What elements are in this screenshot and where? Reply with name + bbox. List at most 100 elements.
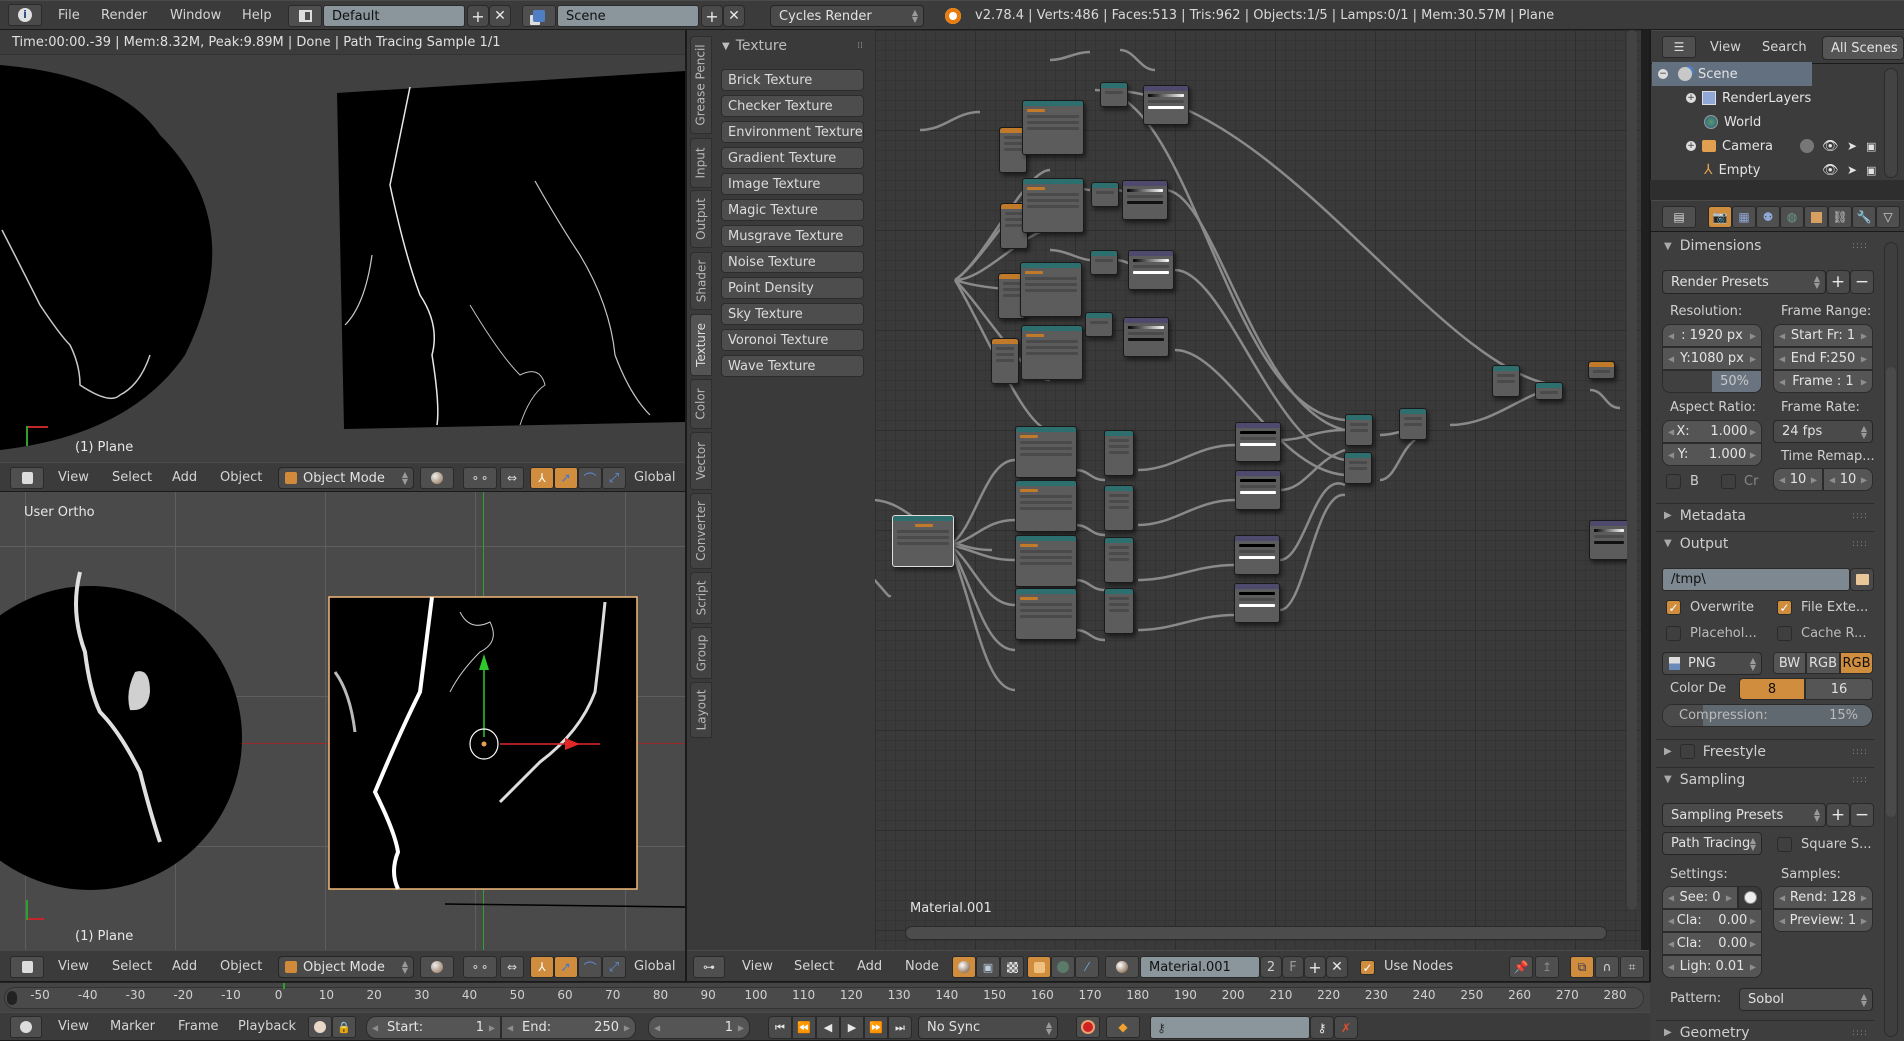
world-context-tab[interactable]: ◍ — [1780, 206, 1804, 228]
add-render-preset-button[interactable]: + — [1826, 270, 1850, 294]
node-mapping[interactable] — [1015, 535, 1077, 587]
freestyle-panel-header[interactable]: ▶ Freestyle :::: — [1656, 739, 1874, 763]
fake-user-button[interactable]: F — [1282, 956, 1304, 978]
sync-mode-dropdown[interactable]: No Sync ▲ ▼ — [918, 1016, 1058, 1039]
color-mode-rgb[interactable]: RGB — [1806, 652, 1840, 674]
node-mapping-source[interactable] — [892, 515, 954, 567]
frame-step-field[interactable]: ◀ Frame : 1 ▶ — [1773, 370, 1873, 393]
scene-selector-button[interactable] — [522, 5, 556, 27]
resolution-x-field[interactable]: ◀: 1920 px ▶ — [1662, 324, 1762, 347]
color-depth-8[interactable]: 8 — [1739, 678, 1805, 700]
geometry-panel-header[interactable]: ▶ Geometry :::: — [1656, 1020, 1874, 1041]
sampling-panel-header[interactable]: ▼ Sampling :::: — [1656, 767, 1874, 791]
animated-seed-button[interactable] — [1738, 886, 1762, 909]
texture-nodes-button[interactable] — [1000, 956, 1024, 978]
light-threshold-field[interactable]: ◀ Ligh: 0.01 ▶ — [1662, 955, 1762, 978]
render-context-tab[interactable]: 📷 — [1708, 206, 1732, 228]
add-scene-button[interactable]: + — [701, 5, 723, 27]
node-material-output[interactable] — [1588, 361, 1615, 379]
menu-view[interactable]: View — [58, 951, 89, 981]
node-color-ramp[interactable] — [1143, 85, 1189, 125]
material-name-field[interactable]: Material.001 — [1140, 956, 1260, 978]
node-texture-coordinate[interactable] — [991, 338, 1019, 384]
keying-mode-button[interactable]: ◆ — [1106, 1016, 1140, 1038]
editor-type-button[interactable] — [10, 467, 44, 489]
screen-layout-button[interactable] — [288, 5, 322, 27]
node-color-ramp[interactable] — [1128, 250, 1174, 290]
add-layout-button[interactable]: + — [467, 5, 489, 27]
scale-manipulator-button[interactable]: ⤢ — [602, 956, 626, 978]
material-users-count[interactable]: 2 — [1260, 956, 1282, 978]
render-camera-icon[interactable]: ▣ — [1866, 164, 1876, 177]
aspect-x-field[interactable]: ◀ X: 1.000 ▶ — [1662, 420, 1762, 443]
node-color-ramp[interactable] — [1123, 317, 1169, 357]
outliner-scroll[interactable] — [1884, 68, 1898, 178]
menu-file[interactable]: File — [58, 1, 80, 29]
translate-manipulator-button[interactable]: ➚ — [554, 956, 578, 978]
node-editor-v-scrollbar[interactable] — [1627, 30, 1637, 910]
remove-render-preset-button[interactable]: − — [1850, 270, 1874, 294]
menu-add[interactable]: Add — [857, 951, 882, 981]
node-mix[interactable] — [1492, 365, 1520, 397]
menu-add[interactable]: Add — [172, 951, 197, 981]
clamp-indirect-field[interactable]: ◀ Cla: 0.00 ▶ — [1662, 932, 1762, 955]
object-context-tab[interactable] — [1804, 206, 1828, 228]
world-shader-button[interactable] — [1051, 956, 1075, 978]
node-color-ramp[interactable] — [1235, 470, 1281, 510]
timeline-scroll-handle[interactable] — [7, 991, 17, 1005]
select-cursor-icon[interactable]: ➤ — [1847, 163, 1857, 177]
render-samples-field[interactable]: ◀ Rend: 128 ▶ — [1773, 886, 1873, 909]
jump-to-start-button[interactable]: ⏮ — [768, 1016, 792, 1039]
node-image-texture[interactable] — [1104, 537, 1134, 583]
area-divider-vertical-right[interactable] — [1649, 30, 1651, 982]
render-presets-dropdown[interactable]: Render Presets ▲ ▼ — [1662, 270, 1826, 294]
gradient-texture-button[interactable]: Gradient Texture — [721, 147, 864, 169]
viewport-shading-button[interactable] — [420, 956, 454, 978]
node-mapping[interactable] — [1021, 325, 1083, 380]
jump-to-keyframe-back-button[interactable]: ⏪ — [792, 1016, 816, 1039]
tab-group[interactable]: Group — [690, 627, 712, 679]
manipulator-toggle-button[interactable]: ⅄ — [530, 956, 554, 978]
transform-orientation-dropdown[interactable]: Global — [634, 463, 675, 491]
output-path-field[interactable]: /tmp\ — [1662, 568, 1850, 591]
outliner-item-world[interactable]: World — [1652, 110, 1886, 134]
timeline-menu-frame[interactable]: Frame — [178, 1013, 219, 1040]
tab-output[interactable]: Output — [690, 190, 712, 248]
unlink-material-button[interactable]: ✕ — [1326, 956, 1348, 978]
outliner-item-empty[interactable]: ⅄ Empty 👁 ➤ ▣ — [1652, 158, 1886, 182]
point-density-button[interactable]: Point Density — [721, 277, 864, 299]
visibility-eye-icon[interactable]: 👁 — [1822, 163, 1839, 178]
object-shader-button[interactable] — [1027, 956, 1051, 978]
frame-rate-dropdown[interactable]: 24 fps ▲ ▼ — [1773, 420, 1873, 443]
backdrop-button[interactable]: ⧉ — [1570, 956, 1594, 978]
area-divider-outliner[interactable] — [1650, 180, 1904, 200]
output-path-browse-button[interactable] — [1850, 568, 1874, 591]
menu-select[interactable]: Select — [112, 463, 152, 491]
checker-texture-button[interactable]: Checker Texture — [721, 95, 864, 117]
placeholders-checkbox[interactable] — [1666, 626, 1681, 641]
parent-tree-button[interactable]: ↥ — [1535, 956, 1559, 978]
tab-shader[interactable]: Shader — [690, 252, 712, 310]
freestyle-checkbox[interactable] — [1679, 744, 1695, 759]
square-samples-checkbox[interactable] — [1777, 837, 1792, 852]
mode-dropdown[interactable]: Object Mode ▲ ▼ — [278, 956, 414, 978]
menu-view[interactable]: View — [742, 951, 773, 981]
sampling-presets-dropdown[interactable]: Sampling Presets ▲ ▼ — [1662, 803, 1826, 827]
timeline-menu-view[interactable]: View — [58, 1013, 89, 1040]
overwrite-checkbox[interactable]: ✓ — [1666, 600, 1681, 615]
preview-samples-field[interactable]: ◀ Preview: 1 ▶ — [1773, 909, 1873, 932]
time-remap-old-field[interactable]: ◀ 10 ▶ — [1773, 468, 1823, 491]
node-mapping[interactable] — [1015, 588, 1077, 640]
delete-scene-button[interactable]: ✕ — [723, 5, 745, 27]
frame-end-field[interactable]: ◀ End F:250 ▶ — [1773, 347, 1873, 370]
menu-add[interactable]: Add — [172, 463, 197, 491]
timeline-ruler[interactable] — [0, 982, 1650, 1012]
tab-input[interactable]: Input — [690, 138, 712, 188]
file-format-dropdown[interactable]: PNG ▲ ▼ — [1662, 652, 1762, 675]
menu-window[interactable]: Window — [170, 1, 221, 29]
outliner-display-mode[interactable]: All Scenes — [1822, 36, 1904, 60]
color-mode-bw[interactable]: BW — [1773, 652, 1806, 674]
tab-script[interactable]: Script — [690, 572, 712, 624]
compositing-nodes-button[interactable]: ▣ — [976, 956, 1000, 978]
visibility-eye-icon[interactable]: 👁 — [1822, 139, 1839, 154]
